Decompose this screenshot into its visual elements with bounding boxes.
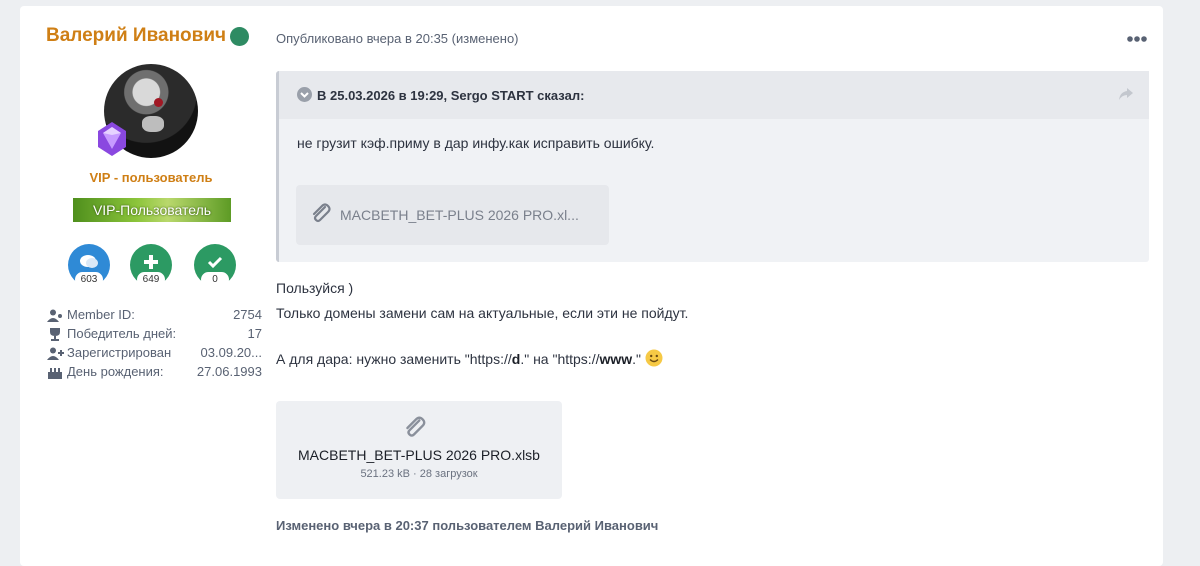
info-value: 17 [247, 326, 262, 341]
solutions-count: 0 [201, 272, 229, 287]
reputation-badge[interactable]: 649 [130, 244, 172, 287]
text-segment: ." [632, 351, 642, 367]
author-panel: Валерий Иванович VIP - пользователь VIP-… [20, 6, 280, 566]
birthday-cake-icon [48, 368, 62, 379]
info-label: Member ID: [67, 307, 135, 322]
info-value: 27.06.1993 [196, 364, 262, 379]
user-icon [47, 309, 62, 322]
chevron-down-icon[interactable] [297, 87, 312, 102]
posts-count-badge[interactable]: 603 [68, 244, 110, 287]
quote-block: В 25.03.2026 в 19:29, Sergo START сказал… [276, 71, 1149, 262]
avatar-hand [142, 116, 164, 132]
post-line-3: А для дара: нужно заменить "https://d." … [276, 349, 663, 367]
reputation-count: 649 [137, 272, 165, 287]
info-label: Зарегистрирован [67, 345, 172, 360]
info-row-registered: Зарегистрирован 03.09.20... [47, 345, 262, 364]
more-options-icon[interactable] [1125, 32, 1149, 46]
post-content: Опубликовано вчера в 20:35 (изменено) В … [276, 6, 1163, 566]
member-title: VIP - пользователь [89, 170, 213, 185]
quoted-attachment-link[interactable]: MACBETH_BET-PLUS 2026 PRO.xl... [296, 185, 609, 245]
attachment-name: MACBETH_BET-PLUS 2026 PRO.xlsb [298, 447, 540, 463]
quote-citation: В 25.03.2026 в 19:29, Sergo START сказал… [317, 88, 585, 103]
edited-notice: Изменено вчера в 20:37 пользователем Вал… [276, 518, 659, 533]
info-value: 03.09.20... [200, 345, 262, 360]
bold-text: www [599, 351, 633, 367]
quoted-attachment-name: MACBETH_BET-PLUS 2026 PRO.xl... [340, 207, 579, 223]
info-row-member-id: Member ID: 2754 [47, 307, 262, 326]
paperclip-icon [312, 203, 331, 223]
trophy-icon [50, 328, 60, 341]
post-timestamp-link[interactable]: Опубликовано вчера в 20:35 (изменено) [276, 31, 519, 46]
posts-count: 603 [75, 272, 103, 287]
online-status-indicator [230, 27, 249, 46]
info-row-days-won: Победитель дней: 17 [47, 326, 262, 345]
user-plus-icon [47, 347, 64, 360]
attachment-meta: 521.23 kB · 28 загрузок [360, 468, 478, 480]
check-icon [207, 256, 223, 269]
text-segment: ." на "https:// [520, 351, 600, 367]
plus-icon [144, 255, 158, 269]
author-info-list: Member ID: 2754 Победитель дней: 17 Заре… [47, 307, 262, 383]
post-line-2: Только домены замени сам на актуальные, … [276, 305, 689, 321]
attachment-card[interactable]: MACBETH_BET-PLUS 2026 PRO.xlsb 521.23 kB… [276, 401, 562, 499]
avatar-rose [154, 98, 163, 107]
go-to-quote-icon[interactable] [1119, 88, 1133, 100]
vip-gem-icon [98, 122, 126, 156]
forum-post: Валерий Иванович VIP - пользователь VIP-… [20, 6, 1163, 566]
post-line-1: Пользуйся ) [276, 280, 354, 296]
quote-text: не грузит кэф.приму в дар инфу.как испра… [297, 135, 655, 151]
quote-header[interactable]: В 25.03.2026 в 19:29, Sergo START сказал… [279, 71, 1149, 119]
info-value: 2754 [233, 307, 262, 322]
smiley-emoji-icon [645, 349, 663, 367]
comments-icon [80, 255, 98, 268]
info-row-birthday: День рождения: 27.06.1993 [47, 364, 262, 383]
group-badge: VIP-Пользователь [73, 198, 231, 222]
paperclip-icon [406, 416, 426, 437]
solutions-badge[interactable]: 0 [194, 244, 236, 287]
info-label: Победитель дней: [67, 326, 177, 341]
info-label: День рождения: [67, 364, 164, 379]
author-name-link[interactable]: Валерий Иванович [46, 25, 226, 47]
text-segment: А для дара: нужно заменить "https:// [276, 351, 512, 367]
